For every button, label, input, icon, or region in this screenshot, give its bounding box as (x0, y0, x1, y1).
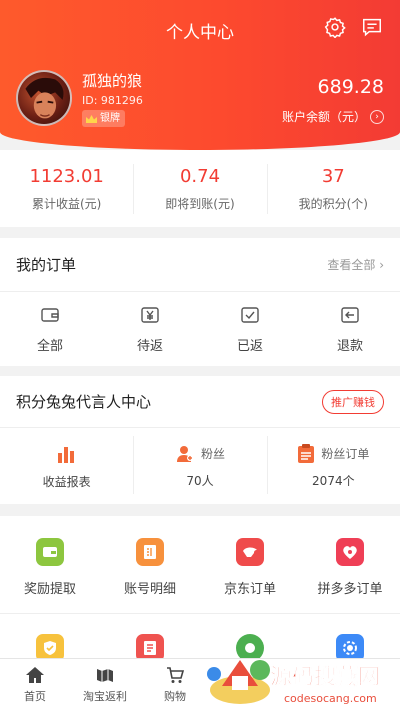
check-card-icon (241, 306, 259, 323)
view-all-orders-link[interactable]: 查看全部 › (327, 256, 384, 273)
earnings-report-label: 收益报表 (42, 474, 91, 489)
tool-label: 奖励提取 (23, 582, 76, 597)
svg-text:codesocang.com: codesocang.com (284, 692, 377, 705)
balance-link[interactable]: 账户余额（元） › (282, 108, 384, 125)
level-label: 银牌 (100, 113, 120, 124)
order-tab-label: 已返 (236, 338, 263, 354)
promoter-card: 积分兔兔代言人中心 推广赚钱 收益报表 粉丝 70人 粉丝订单 2074个 (0, 376, 400, 504)
promote-earn-button[interactable]: 推广赚钱 (322, 389, 384, 414)
earnings-stats: 1123.01 累计收益(元) 0.74 即将到账(元) 37 我的积分(个) (0, 150, 400, 227)
promoter-title: 积分兔兔代言人中心 (16, 393, 152, 411)
order-tab-all[interactable]: 全部 (0, 305, 100, 354)
order-tab-label: 全部 (36, 338, 63, 354)
earnings-report[interactable]: 收益报表 (0, 428, 133, 504)
account-detail-icon (136, 538, 164, 566)
order-tab-label: 退款 (336, 338, 363, 354)
nav-home[interactable]: 首页 (0, 659, 70, 710)
order-tab-refund[interactable]: 退款 (300, 305, 400, 354)
stat-label: 即将到账(元) (165, 196, 235, 211)
tool-label: 京东订单 (223, 582, 276, 597)
taobao-icon (97, 669, 113, 682)
fans[interactable]: 粉丝 70人 (133, 428, 266, 504)
balance-label: 账户余额（元） (281, 110, 366, 124)
stat-value: 0.74 (179, 165, 221, 187)
stat-points[interactable]: 37 我的积分(个) (266, 150, 400, 227)
orders-title: 我的订单 (16, 256, 77, 274)
tool-account-detail[interactable]: 账号明细 (100, 538, 200, 613)
watermark: 源码搜藏网 codesocang.com (200, 646, 400, 710)
jd-icon (236, 538, 264, 566)
fan-orders-icon (298, 443, 315, 463)
stat-label: 累计收益(元) (31, 196, 102, 211)
stat-value: 37 (321, 165, 345, 187)
yen-card-icon (141, 306, 159, 323)
refund-icon (341, 306, 359, 323)
cart-icon (167, 667, 185, 683)
order-tab-label: 待返 (136, 338, 163, 354)
profile-header: 个人中心 孤独的狼 ID: 981296 银牌 689.28 账户余额（元） › (0, 0, 400, 150)
nav-taobao-rebate[interactable]: 淘宝返利 (70, 659, 140, 710)
balance-amount[interactable]: 689.28 (318, 76, 384, 98)
stat-pending[interactable]: 0.74 即将到账(元) (133, 150, 266, 227)
order-tab-returned[interactable]: 已返 (200, 305, 300, 354)
wallet-icon (41, 307, 59, 322)
stat-label: 我的积分(个) (298, 196, 368, 211)
settings-gear-icon[interactable] (324, 16, 346, 39)
tools-grid: 奖励提取 账号明细 京东订单 拼多多订单 (0, 516, 400, 666)
svg-text:源码搜藏网: 源码搜藏网 (270, 665, 380, 690)
orders-card: 我的订单 查看全部 › 全部 待返 已返 退款 (0, 238, 400, 366)
avatar[interactable] (16, 70, 72, 126)
level-badge: 银牌 (82, 110, 125, 127)
user-id: ID: 981296 (82, 94, 143, 107)
fan-orders-count: 2074个 (312, 473, 355, 488)
tool-pinduoduo-orders[interactable]: 拼多多订单 (300, 538, 400, 613)
fan-orders-label: 粉丝订单 (321, 447, 370, 461)
fans-count: 70人 (186, 473, 214, 488)
fans-label: 粉丝 (200, 447, 225, 461)
chevron-right-icon: › (370, 109, 384, 124)
bar-chart-icon (57, 446, 74, 463)
tool-reward-withdraw[interactable]: 奖励提取 (0, 538, 100, 613)
username: 孤独的狼 (82, 72, 143, 90)
stat-value: 1123.01 (29, 165, 104, 187)
fan-orders[interactable]: 粉丝订单 2074个 (266, 428, 400, 504)
pinduoduo-icon (336, 538, 364, 566)
reward-wallet-icon (36, 538, 64, 566)
fans-icon (176, 445, 193, 462)
home-icon (26, 667, 44, 683)
nav-label: 淘宝返利 (83, 690, 127, 703)
order-tab-pending[interactable]: 待返 (100, 305, 200, 354)
message-icon[interactable] (361, 16, 383, 38)
tool-label: 拼多多订单 (317, 582, 383, 597)
nav-label: 首页 (24, 690, 46, 703)
crown-icon (86, 114, 97, 123)
tool-label: 账号明细 (123, 582, 176, 597)
nav-label: 购物 (164, 690, 186, 703)
stat-total-earnings[interactable]: 1123.01 累计收益(元) (0, 150, 133, 227)
tool-jd-orders[interactable]: 京东订单 (200, 538, 300, 613)
